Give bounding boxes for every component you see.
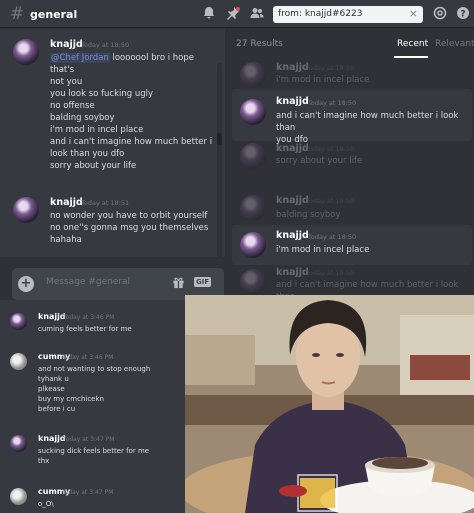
result-text: balding soyboy: [276, 210, 341, 220]
message-line: sucking dick feels better for me: [38, 447, 150, 455]
clear-search-icon[interactable]: ×: [409, 7, 418, 20]
message-line: no offense: [50, 101, 95, 111]
timestamp: Today at 18:50: [81, 41, 130, 49]
author-name: knajjd: [276, 195, 309, 206]
search-query: from: knajjd#6223: [278, 9, 363, 19]
avatar: [240, 269, 266, 295]
avatar: [240, 195, 266, 221]
search-result[interactable]: knajjd Today at 18:50 and i can't imagin…: [232, 89, 472, 145]
message-line: thx: [38, 457, 50, 465]
avatar: [10, 353, 27, 370]
user-mention[interactable]: @Chef Jordan: [50, 53, 110, 63]
timestamp: Today at 3:47 PM: [63, 436, 115, 443]
message-line: and i can't imagine how much better i: [50, 137, 213, 147]
results-count: 27 Results: [236, 39, 283, 49]
timestamp: Today at 3:46 PM: [63, 314, 115, 321]
avatar: [10, 488, 27, 505]
timestamp: Today at 18:51: [81, 199, 130, 207]
avatar: [240, 62, 266, 88]
cafe-photo-illustration: [185, 295, 474, 513]
message-content: cuming feels better for me: [38, 324, 183, 334]
author-name: knajjd: [276, 62, 309, 73]
message-line: cuming feels better for me: [38, 325, 132, 333]
active-tab-indicator: [394, 56, 428, 58]
timestamp: Today at 18:50: [306, 145, 355, 153]
gift-icon[interactable]: [172, 276, 185, 292]
result-text: and i can't imagine how much better i lo…: [276, 110, 466, 146]
avatar[interactable]: [13, 197, 39, 223]
avatar: [240, 143, 266, 169]
message-content: no wonder you have to orbit yourself no …: [50, 210, 215, 246]
timestamp: Today at 18:50: [306, 269, 355, 277]
result-text: i'm mod in incel place: [276, 244, 466, 256]
scrollbar-thumb[interactable]: [217, 133, 222, 145]
timestamp: Today at 3:46 PM: [62, 354, 114, 361]
author-name: knajjd: [38, 434, 66, 443]
message-line: plkease: [38, 385, 65, 393]
channel-name: general: [30, 8, 78, 21]
message-line: you look so fucking ugly: [50, 89, 154, 99]
message-content: o_O\: [38, 499, 183, 509]
channel-header: # general from: knajjd#6223 × ?: [0, 0, 474, 28]
result-text: i'm mod in incel place: [276, 75, 370, 85]
timestamp: Today at 3:47 PM: [62, 489, 114, 496]
author-name: knajjd: [276, 143, 309, 154]
avatar: [240, 99, 266, 125]
help-icon[interactable]: ?: [455, 6, 471, 22]
message-line: balding soyboy: [50, 113, 115, 123]
mention-icon[interactable]: [432, 6, 448, 22]
author-name[interactable]: knajjd: [50, 39, 83, 50]
message-line: no one''s gonna msg you themselves: [50, 223, 209, 233]
tab-recent[interactable]: Recent: [397, 39, 428, 49]
result-text: sorry about your life: [276, 156, 363, 166]
result-line: and i can't imagine how much better i lo…: [276, 111, 459, 133]
timestamp: Today at 18:50: [308, 233, 357, 241]
message-content: sucking dick feels better for me thx: [38, 446, 183, 466]
result-line: i'm mod in incel place: [276, 245, 370, 255]
second-chat-screenshot: knajjd Today at 3:46 PM cuming feels bet…: [0, 300, 185, 513]
scrollbar[interactable]: [217, 63, 222, 273]
message-line: before i cu: [38, 405, 76, 413]
message-line: and not wanting to stop enough: [38, 365, 151, 373]
svg-text:?: ?: [460, 10, 465, 20]
cafe-photo: [185, 295, 474, 513]
hash-icon: #: [10, 4, 25, 24]
pin-icon[interactable]: [225, 6, 241, 22]
search-input[interactable]: from: knajjd#6223 ×: [273, 6, 423, 23]
timestamp: Today at 18:50: [306, 64, 355, 72]
message-line: look than you dfo: [50, 149, 125, 159]
message-list: knajjd Today at 18:50 @Chef Jordan loooo…: [0, 29, 225, 273]
message-line: tyhank u: [38, 375, 69, 383]
message-line: i'm mod in incel place: [50, 125, 144, 135]
message-line: buy my cmchicekn: [38, 395, 104, 403]
message-line: hahaha: [50, 235, 82, 245]
timestamp: Today at 18:50: [308, 99, 357, 107]
avatar: [240, 232, 266, 258]
upload-plus-icon[interactable]: +: [18, 276, 34, 292]
timestamp: Today at 18:50: [306, 197, 355, 205]
author-name: knajjd: [276, 267, 309, 278]
message-line: sorry about your life: [50, 161, 137, 171]
members-icon[interactable]: [249, 6, 265, 22]
bell-icon[interactable]: [201, 6, 217, 22]
author-name: knajjd: [38, 312, 66, 321]
author-name[interactable]: knajjd: [50, 197, 83, 208]
message-input[interactable]: Message #general: [46, 277, 130, 287]
tab-relevant[interactable]: Relevant: [435, 39, 474, 49]
search-result[interactable]: knajjd Today at 18:50 i'm mod in incel p…: [232, 225, 472, 265]
avatar: [10, 313, 27, 330]
message-line: no wonder you have to orbit yourself: [50, 211, 208, 221]
avatar[interactable]: [13, 39, 39, 65]
author-name: knajjd: [276, 230, 309, 241]
message-content: @Chef Jordan looooool bro i hope that's …: [50, 52, 215, 172]
search-results-panel: 27 Results Recent Relevant knajjd Today …: [226, 29, 474, 302]
message-line: o_O\: [38, 500, 54, 508]
message-content: and not wanting to stop enough tyhank u …: [38, 364, 183, 414]
gif-icon[interactable]: GIF: [194, 277, 212, 287]
message-line: not you: [50, 77, 83, 87]
author-name: knajjd: [276, 96, 309, 107]
avatar: [10, 435, 27, 452]
